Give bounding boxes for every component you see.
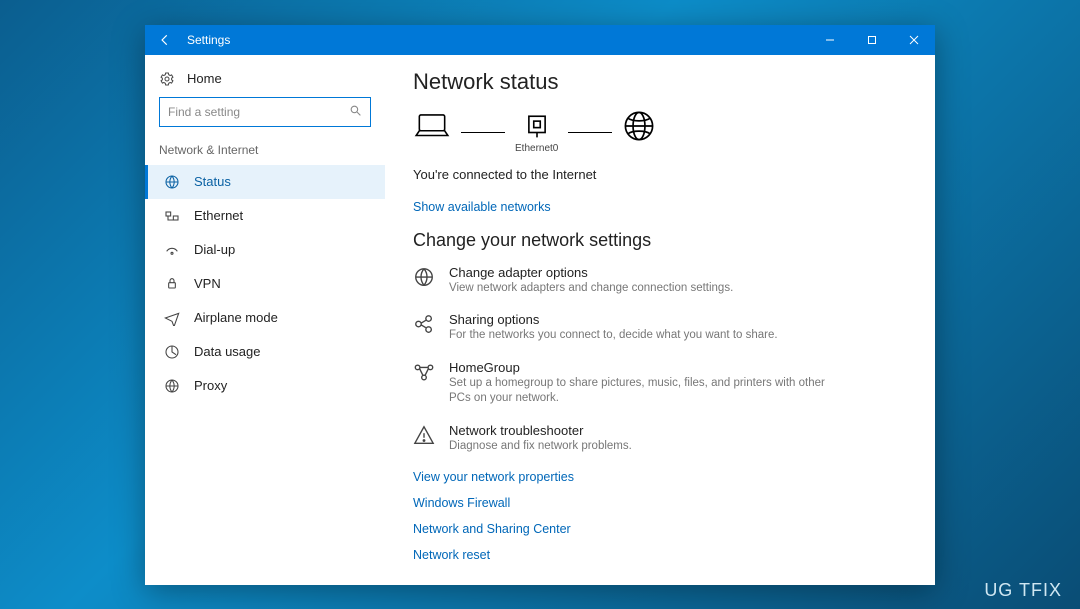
link-sharing-center[interactable]: Network and Sharing Center: [413, 522, 907, 536]
page-title: Network status: [413, 69, 907, 95]
link-view-properties[interactable]: View your network properties: [413, 470, 907, 484]
sidebar-item-dialup[interactable]: Dial-up: [145, 233, 385, 267]
show-available-networks-link[interactable]: Show available networks: [413, 200, 907, 214]
warning-icon: [413, 423, 435, 455]
ethernet-icon: [164, 208, 180, 224]
window-controls: [809, 25, 935, 55]
globe-small-icon: [413, 265, 435, 297]
link-windows-firewall[interactable]: Windows Firewall: [413, 496, 907, 510]
option-sharing[interactable]: Sharing options For the networks you con…: [413, 312, 843, 344]
option-troubleshooter[interactable]: Network troubleshooter Diagnose and fix …: [413, 423, 843, 455]
sidebar: Home Network & Internet Status Ethernet: [145, 55, 385, 585]
main-content: Network status Ethernet0: [385, 55, 935, 585]
back-button[interactable]: [151, 25, 179, 55]
sidebar-item-proxy[interactable]: Proxy: [145, 369, 385, 403]
window-title: Settings: [187, 33, 230, 47]
sidebar-item-label: Data usage: [194, 344, 261, 359]
sidebar-item-ethernet[interactable]: Ethernet: [145, 199, 385, 233]
titlebar: Settings: [145, 25, 935, 55]
sidebar-item-label: Status: [194, 174, 231, 189]
airplane-icon: [164, 310, 180, 326]
sidebar-item-label: VPN: [194, 276, 221, 291]
minimize-button[interactable]: [809, 25, 851, 55]
sidebar-item-status[interactable]: Status: [145, 165, 385, 199]
option-change-adapter[interactable]: Change adapter options View network adap…: [413, 265, 843, 297]
sidebar-category: Network & Internet: [145, 137, 385, 165]
globe-icon: [622, 109, 656, 143]
option-title: Sharing options: [449, 312, 778, 327]
option-desc: View network adapters and change connect…: [449, 281, 733, 297]
option-desc: For the networks you connect to, decide …: [449, 328, 778, 344]
sidebar-item-label: Ethernet: [194, 208, 243, 223]
search-icon: [349, 104, 362, 120]
sidebar-item-airplane[interactable]: Airplane mode: [145, 301, 385, 335]
search-input[interactable]: [168, 105, 349, 119]
home-button[interactable]: Home: [145, 65, 385, 97]
link-network-reset[interactable]: Network reset: [413, 548, 907, 562]
gear-icon: [159, 71, 175, 87]
adapter-label: Ethernet0: [515, 143, 558, 155]
sidebar-item-label: Proxy: [194, 378, 227, 393]
option-title: HomeGroup: [449, 360, 843, 375]
connection-status: You're connected to the Internet: [413, 167, 907, 182]
proxy-icon: [164, 378, 180, 394]
vpn-icon: [164, 276, 180, 292]
search-box[interactable]: [159, 97, 371, 127]
sidebar-item-datausage[interactable]: Data usage: [145, 335, 385, 369]
status-icon: [164, 174, 180, 190]
sidebar-item-label: Airplane mode: [194, 310, 278, 325]
settings-window: Settings Home: [145, 25, 935, 585]
option-homegroup[interactable]: HomeGroup Set up a homegroup to share pi…: [413, 360, 843, 407]
adapter-icon: [524, 111, 550, 141]
sidebar-item-label: Dial-up: [194, 242, 235, 257]
close-button[interactable]: [893, 25, 935, 55]
watermark: UG TFIX: [984, 580, 1062, 601]
change-settings-heading: Change your network settings: [413, 230, 907, 251]
option-desc: Diagnose and fix network problems.: [449, 439, 632, 455]
sharing-icon: [413, 312, 435, 344]
option-title: Network troubleshooter: [449, 423, 632, 438]
dialup-icon: [164, 242, 180, 258]
home-label: Home: [187, 71, 222, 86]
network-diagram: Ethernet0: [413, 109, 907, 157]
laptop-icon: [413, 111, 451, 141]
sidebar-item-vpn[interactable]: VPN: [145, 267, 385, 301]
option-desc: Set up a homegroup to share pictures, mu…: [449, 376, 843, 407]
option-title: Change adapter options: [449, 265, 733, 280]
datausage-icon: [164, 344, 180, 360]
homegroup-icon: [413, 360, 435, 407]
maximize-button[interactable]: [851, 25, 893, 55]
